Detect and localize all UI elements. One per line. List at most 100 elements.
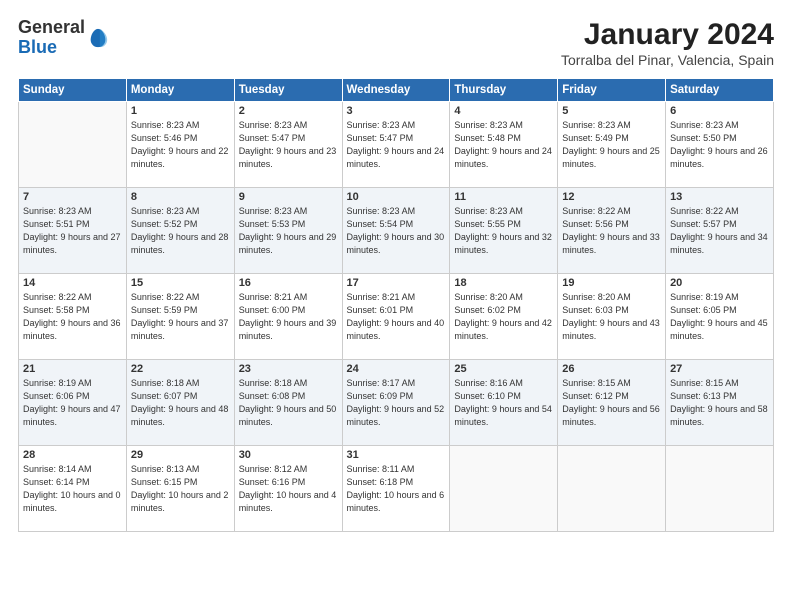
day-number: 3 xyxy=(347,105,446,117)
calendar-cell: 2Sunrise: 8:23 AMSunset: 5:47 PMDaylight… xyxy=(234,102,342,188)
header: General Blue January 2024 Torralba del P… xyxy=(18,18,774,68)
logo-blue: Blue xyxy=(18,37,57,57)
day-info: Sunrise: 8:21 AMSunset: 6:01 PMDaylight:… xyxy=(347,291,446,343)
day-number: 30 xyxy=(239,449,338,461)
week-row-2: 7 Sunrise: 8:23 AMSunset: 5:51 PMDaylight… xyxy=(19,188,774,274)
logo: General Blue xyxy=(18,18,109,58)
day-info: Sunrise: 8:23 AMSunset: 5:54 PMDaylight:… xyxy=(347,205,446,257)
calendar-cell: 18 Sunrise: 8:20 AMSunset: 6:02 PMDayligh… xyxy=(450,274,558,360)
calendar-cell: 28 Sunrise: 8:14 AMSunset: 6:14 PMDayligh… xyxy=(19,446,127,532)
calendar: SundayMondayTuesdayWednesdayThursdayFrid… xyxy=(18,78,774,532)
calendar-cell: 1 Sunrise: 8:23 AMSunset: 5:46 PMDaylight… xyxy=(126,102,234,188)
day-number: 15 xyxy=(131,277,230,289)
day-number: 23 xyxy=(239,363,338,375)
day-info: Sunrise: 8:23 AMSunset: 5:51 PMDaylight:… xyxy=(23,205,122,257)
calendar-cell: 14 Sunrise: 8:22 AMSunset: 5:58 PMDayligh… xyxy=(19,274,127,360)
day-number: 16 xyxy=(239,277,338,289)
day-number: 22 xyxy=(131,363,230,375)
day-info: Sunrise: 8:23 AMSunset: 5:46 PMDaylight:… xyxy=(131,119,230,171)
weekday-header-monday: Monday xyxy=(126,79,234,102)
day-info: Sunrise: 8:20 AMSunset: 6:03 PMDaylight:… xyxy=(562,291,661,343)
week-row-1: 1 Sunrise: 8:23 AMSunset: 5:46 PMDaylight… xyxy=(19,102,774,188)
calendar-cell: 8 Sunrise: 8:23 AMSunset: 5:52 PMDaylight… xyxy=(126,188,234,274)
calendar-cell: 25 Sunrise: 8:16 AMSunset: 6:10 PMDayligh… xyxy=(450,360,558,446)
day-info: Sunrise: 8:14 AMSunset: 6:14 PMDaylight:… xyxy=(23,463,122,515)
week-row-4: 21 Sunrise: 8:19 AMSunset: 6:06 PMDayligh… xyxy=(19,360,774,446)
day-info: Sunrise: 8:23 AMSunset: 5:48 PMDaylight:… xyxy=(454,119,553,171)
day-number: 8 xyxy=(131,191,230,203)
week-row-3: 14 Sunrise: 8:22 AMSunset: 5:58 PMDayligh… xyxy=(19,274,774,360)
calendar-cell: 6 Sunrise: 8:23 AMSunset: 5:50 PMDaylight… xyxy=(666,102,774,188)
day-number: 13 xyxy=(670,191,769,203)
day-info: Sunrise: 8:12 AMSunset: 6:16 PMDaylight:… xyxy=(239,463,338,515)
calendar-cell: 5 Sunrise: 8:23 AMSunset: 5:49 PMDaylight… xyxy=(558,102,666,188)
page: General Blue January 2024 Torralba del P… xyxy=(0,0,792,612)
day-number: 24 xyxy=(347,363,446,375)
calendar-cell: 31 Sunrise: 8:11 AMSunset: 6:18 PMDayligh… xyxy=(342,446,450,532)
day-number: 9 xyxy=(239,191,338,203)
day-info: Sunrise: 8:16 AMSunset: 6:10 PMDaylight:… xyxy=(454,377,553,429)
day-number: 10 xyxy=(347,191,446,203)
day-number: 5 xyxy=(562,105,661,117)
day-info: Sunrise: 8:23 AMSunset: 5:49 PMDaylight:… xyxy=(562,119,661,171)
weekday-header-saturday: Saturday xyxy=(666,79,774,102)
calendar-cell: 20 Sunrise: 8:19 AMSunset: 6:05 PMDayligh… xyxy=(666,274,774,360)
day-info: Sunrise: 8:17 AMSunset: 6:09 PMDaylight:… xyxy=(347,377,446,429)
day-info: Sunrise: 8:11 AMSunset: 6:18 PMDaylight:… xyxy=(347,463,446,515)
day-number: 7 xyxy=(23,191,122,203)
day-info: Sunrise: 8:22 AMSunset: 5:57 PMDaylight:… xyxy=(670,205,769,257)
calendar-cell: 13 Sunrise: 8:22 AMSunset: 5:57 PMDayligh… xyxy=(666,188,774,274)
logo-icon xyxy=(87,27,109,49)
calendar-cell: 15 Sunrise: 8:22 AMSunset: 5:59 PMDayligh… xyxy=(126,274,234,360)
month-title: January 2024 xyxy=(561,18,774,52)
day-info: Sunrise: 8:20 AMSunset: 6:02 PMDaylight:… xyxy=(454,291,553,343)
calendar-cell xyxy=(558,446,666,532)
day-number: 28 xyxy=(23,449,122,461)
calendar-cell: 23Sunrise: 8:18 AMSunset: 6:08 PMDayligh… xyxy=(234,360,342,446)
day-number: 31 xyxy=(347,449,446,461)
day-info: Sunrise: 8:23 AMSunset: 5:52 PMDaylight:… xyxy=(131,205,230,257)
title-block: January 2024 Torralba del Pinar, Valenci… xyxy=(561,18,774,68)
weekday-header-row: SundayMondayTuesdayWednesdayThursdayFrid… xyxy=(19,79,774,102)
day-number: 21 xyxy=(23,363,122,375)
day-info: Sunrise: 8:23 AMSunset: 5:47 PMDaylight:… xyxy=(347,119,446,171)
calendar-cell xyxy=(450,446,558,532)
calendar-cell: 17 Sunrise: 8:21 AMSunset: 6:01 PMDayligh… xyxy=(342,274,450,360)
calendar-cell: 12 Sunrise: 8:22 AMSunset: 5:56 PMDayligh… xyxy=(558,188,666,274)
weekday-header-sunday: Sunday xyxy=(19,79,127,102)
day-number: 19 xyxy=(562,277,661,289)
week-row-5: 28 Sunrise: 8:14 AMSunset: 6:14 PMDayligh… xyxy=(19,446,774,532)
day-number: 20 xyxy=(670,277,769,289)
day-number: 14 xyxy=(23,277,122,289)
day-number: 6 xyxy=(670,105,769,117)
calendar-cell: 19 Sunrise: 8:20 AMSunset: 6:03 PMDayligh… xyxy=(558,274,666,360)
day-info: Sunrise: 8:22 AMSunset: 5:59 PMDaylight:… xyxy=(131,291,230,343)
calendar-cell: 24 Sunrise: 8:17 AMSunset: 6:09 PMDayligh… xyxy=(342,360,450,446)
day-info: Sunrise: 8:23 AMSunset: 5:50 PMDaylight:… xyxy=(670,119,769,171)
day-info: Sunrise: 8:23 AMSunset: 5:55 PMDaylight:… xyxy=(454,205,553,257)
calendar-cell: 26Sunrise: 8:15 AMSunset: 6:12 PMDayligh… xyxy=(558,360,666,446)
day-number: 4 xyxy=(454,105,553,117)
day-info: Sunrise: 8:19 AMSunset: 6:05 PMDaylight:… xyxy=(670,291,769,343)
day-info: Sunrise: 8:13 AMSunset: 6:15 PMDaylight:… xyxy=(131,463,230,515)
location-title: Torralba del Pinar, Valencia, Spain xyxy=(561,52,774,68)
day-info: Sunrise: 8:19 AMSunset: 6:06 PMDaylight:… xyxy=(23,377,122,429)
day-info: Sunrise: 8:23 AMSunset: 5:47 PMDaylight:… xyxy=(239,119,338,171)
calendar-cell: 3 Sunrise: 8:23 AMSunset: 5:47 PMDaylight… xyxy=(342,102,450,188)
day-info: Sunrise: 8:22 AMSunset: 5:56 PMDaylight:… xyxy=(562,205,661,257)
day-number: 27 xyxy=(670,363,769,375)
calendar-cell: 7 Sunrise: 8:23 AMSunset: 5:51 PMDaylight… xyxy=(19,188,127,274)
calendar-cell: 29Sunrise: 8:13 AMSunset: 6:15 PMDayligh… xyxy=(126,446,234,532)
day-number: 1 xyxy=(131,105,230,117)
day-info: Sunrise: 8:15 AMSunset: 6:13 PMDaylight:… xyxy=(670,377,769,429)
calendar-cell: 11Sunrise: 8:23 AMSunset: 5:55 PMDayligh… xyxy=(450,188,558,274)
day-info: Sunrise: 8:22 AMSunset: 5:58 PMDaylight:… xyxy=(23,291,122,343)
calendar-cell xyxy=(19,102,127,188)
day-number: 18 xyxy=(454,277,553,289)
calendar-cell: 21 Sunrise: 8:19 AMSunset: 6:06 PMDayligh… xyxy=(19,360,127,446)
day-number: 12 xyxy=(562,191,661,203)
day-info: Sunrise: 8:23 AMSunset: 5:53 PMDaylight:… xyxy=(239,205,338,257)
day-number: 17 xyxy=(347,277,446,289)
weekday-header-wednesday: Wednesday xyxy=(342,79,450,102)
day-number: 25 xyxy=(454,363,553,375)
